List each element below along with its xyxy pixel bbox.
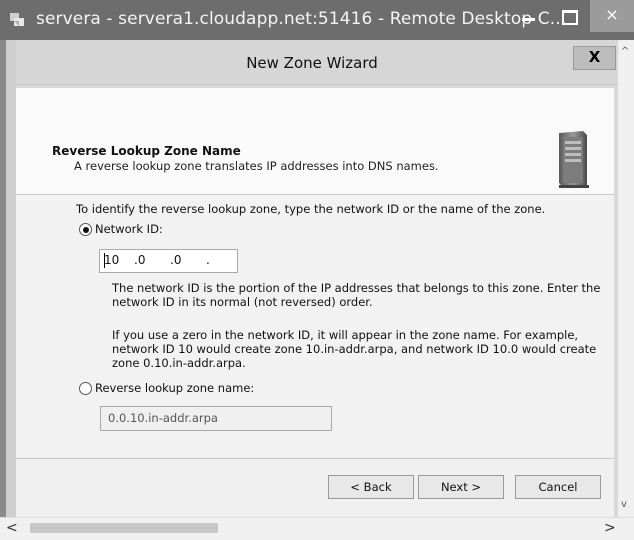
page-subtitle: A reverse lookup zone translates IP addr…: [74, 159, 439, 173]
horizontal-scrollbar[interactable]: < >: [0, 517, 634, 540]
server-icon: [559, 131, 589, 188]
rdp-titlebar: servera - servera1.cloudapp.net:51416 - …: [0, 0, 634, 40]
back-button[interactable]: < Back: [328, 475, 414, 499]
wizard-header: Reverse Lookup Zone Name A reverse looku…: [16, 88, 614, 195]
ip-octet-3[interactable]: .0: [170, 253, 181, 267]
minimize-button[interactable]: [522, 18, 535, 21]
page-title: Reverse Lookup Zone Name: [52, 144, 241, 158]
scroll-left-icon[interactable]: <: [6, 520, 18, 536]
wizard-frame-edge: [6, 40, 16, 517]
zero-note-line: network ID 10 would create zone 10.in-ad…: [112, 342, 597, 356]
rdp-close-button[interactable]: ×: [590, 0, 634, 32]
next-button[interactable]: Next >: [418, 475, 504, 499]
scroll-right-icon[interactable]: >: [604, 520, 616, 536]
maximize-button[interactable]: [562, 10, 578, 25]
remote-desktop-area: New Zone Wizard X Reverse Lookup Zone Na…: [6, 40, 618, 517]
network-id-description-line: network ID in its normal (not reversed) …: [112, 295, 373, 309]
zone-name-label[interactable]: Reverse lookup zone name:: [95, 381, 254, 395]
zone-name-input[interactable]: 0.0.10.in-addr.arpa: [100, 406, 332, 431]
zone-name-radio[interactable]: [79, 382, 92, 395]
remote-desktop-icon: [10, 13, 24, 26]
scrollbar-thumb[interactable]: [30, 523, 218, 533]
ip-octet-2[interactable]: .0: [134, 253, 145, 267]
instruction-text: To identify the reverse lookup zone, typ…: [76, 202, 546, 216]
ip-octet-4[interactable]: .: [206, 253, 210, 267]
wizard-titlebar: New Zone Wizard X: [6, 40, 618, 85]
vertical-scrollbar[interactable]: ^ v: [618, 40, 634, 517]
network-id-radio[interactable]: [79, 223, 92, 236]
wizard-close-button[interactable]: X: [573, 46, 616, 70]
network-id-input[interactable]: 10 .0 .0 .: [99, 249, 238, 273]
scroll-up-icon[interactable]: ^: [621, 46, 629, 57]
network-id-label[interactable]: Network ID:: [95, 222, 163, 236]
network-id-description-line: The network ID is the portion of the IP …: [112, 281, 601, 295]
wizard-content: To identify the reverse lookup zone, typ…: [16, 195, 614, 453]
zone-name-value: 0.0.10.in-addr.arpa: [108, 411, 218, 425]
scroll-down-icon[interactable]: v: [621, 499, 627, 510]
cancel-button[interactable]: Cancel: [515, 475, 601, 499]
wizard-body: Reverse Lookup Zone Name A reverse looku…: [16, 88, 614, 517]
ip-octet-1[interactable]: 10: [104, 253, 119, 267]
zero-note-line: zone 0.10.in-addr.arpa.: [112, 356, 246, 370]
wizard-title: New Zone Wizard: [246, 54, 378, 72]
wizard-footer: < Back Next > Cancel: [16, 458, 614, 517]
radio-selected-dot: [82, 226, 89, 233]
rdp-window-title: servera - servera1.cloudapp.net:51416 - …: [36, 9, 567, 29]
zero-note-line: If you use a zero in the network ID, it …: [112, 328, 579, 342]
